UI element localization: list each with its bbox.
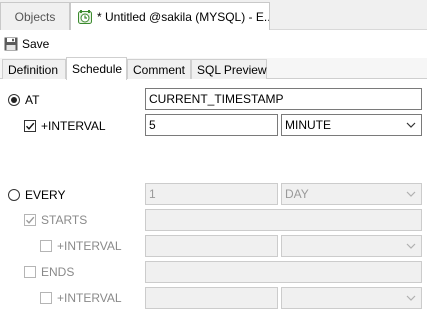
every-radio[interactable]	[8, 189, 20, 201]
at-option[interactable]: AT	[8, 90, 39, 110]
ends-checkbox[interactable]	[24, 266, 36, 278]
starts-label: STARTS	[41, 213, 88, 227]
at-interval-label: +INTERVAL	[41, 119, 106, 133]
every-unit-value: DAY	[285, 187, 309, 201]
ends-option[interactable]: ENDS	[24, 262, 74, 282]
every-option[interactable]: EVERY	[8, 185, 65, 205]
ends-interval-checkbox[interactable]	[40, 292, 52, 304]
tab-comment[interactable]: Comment	[127, 59, 191, 79]
every-unit-select[interactable]: DAY	[281, 183, 422, 205]
ends-interval-amount-input[interactable]	[145, 287, 278, 309]
starts-interval-amount-input[interactable]	[145, 235, 278, 257]
tab-schedule[interactable]: Schedule	[66, 57, 127, 80]
at-interval-checkbox[interactable]	[24, 120, 36, 132]
at-radio[interactable]	[8, 94, 20, 106]
every-label: EVERY	[25, 188, 66, 202]
tab-objects[interactable]: Objects	[0, 2, 70, 30]
ends-interval-unit-select[interactable]	[281, 287, 422, 309]
checkmark-icon	[25, 216, 35, 224]
starts-interval-label: +INTERVAL	[57, 239, 122, 253]
starts-interval-unit-select[interactable]	[281, 235, 422, 257]
ends-interval-label: +INTERVAL	[57, 291, 122, 305]
ends-interval-option[interactable]: +INTERVAL	[40, 288, 122, 308]
at-interval-option[interactable]: +INTERVAL	[24, 116, 106, 136]
event-clock-icon	[77, 9, 93, 25]
save-label: Save	[22, 37, 50, 51]
tab-definition-label: Definition	[8, 62, 59, 77]
starts-interval-checkbox[interactable]	[40, 240, 52, 252]
at-timestamp-value: CURRENT_TIMESTAMP	[149, 92, 284, 106]
at-interval-unit-select[interactable]: MINUTE	[281, 114, 422, 136]
chevron-down-icon	[404, 118, 418, 132]
tab-definition[interactable]: Definition	[2, 59, 66, 79]
every-amount-value: 1	[149, 187, 156, 201]
starts-option[interactable]: STARTS	[24, 210, 87, 230]
tab-schedule-label: Schedule	[72, 62, 123, 76]
at-interval-unit-value: MINUTE	[285, 118, 331, 132]
save-icon	[4, 37, 18, 51]
starts-interval-option[interactable]: +INTERVAL	[40, 236, 122, 256]
tab-untitled-event[interactable]: * Untitled @sakila (MYSQL) - E...	[70, 2, 270, 31]
tab-sql-preview-label: SQL Preview	[197, 62, 267, 77]
chevron-down-icon	[404, 239, 418, 253]
tab-sql-preview[interactable]: SQL Preview	[191, 59, 267, 79]
tab-objects-label: Objects	[14, 9, 56, 24]
at-interval-amount-value: 5	[149, 118, 156, 132]
at-interval-amount-input[interactable]: 5	[145, 114, 278, 136]
tab-comment-label: Comment	[133, 62, 186, 77]
ends-datetime-input[interactable]	[145, 261, 422, 283]
toolbar	[0, 30, 427, 58]
at-timestamp-input[interactable]: CURRENT_TIMESTAMP	[145, 88, 422, 110]
chevron-down-icon	[404, 187, 418, 201]
save-button[interactable]: Save	[4, 35, 49, 53]
tab-untitled-event-label: * Untitled @sakila (MYSQL) - E...	[97, 10, 270, 24]
ends-label: ENDS	[41, 265, 75, 279]
at-label: AT	[25, 93, 40, 107]
chevron-down-icon	[404, 291, 418, 305]
every-amount-input[interactable]: 1	[145, 183, 278, 205]
starts-checkbox[interactable]	[24, 214, 36, 226]
checkmark-icon	[25, 122, 35, 130]
starts-datetime-input[interactable]	[145, 209, 422, 231]
